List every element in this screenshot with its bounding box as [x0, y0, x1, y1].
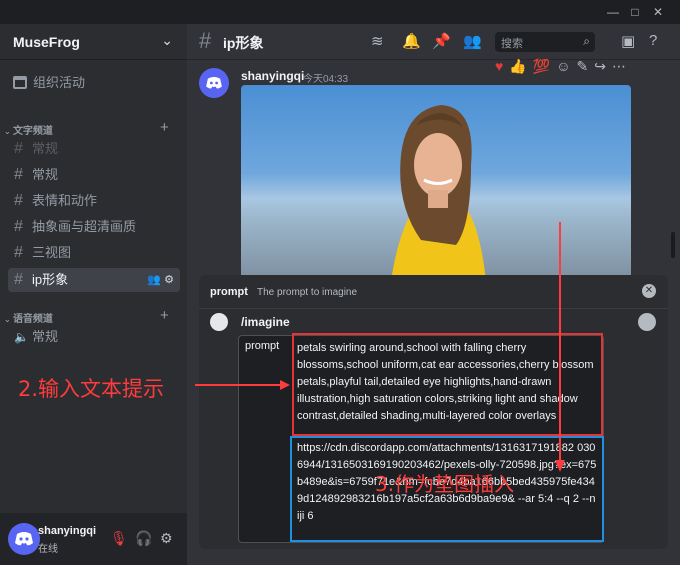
step3-annotation: 3.作为垫图插入 [375, 472, 515, 496]
step2-annotation: 2.输入文本提示 [18, 377, 165, 401]
annotation-arrows [195, 222, 565, 472]
